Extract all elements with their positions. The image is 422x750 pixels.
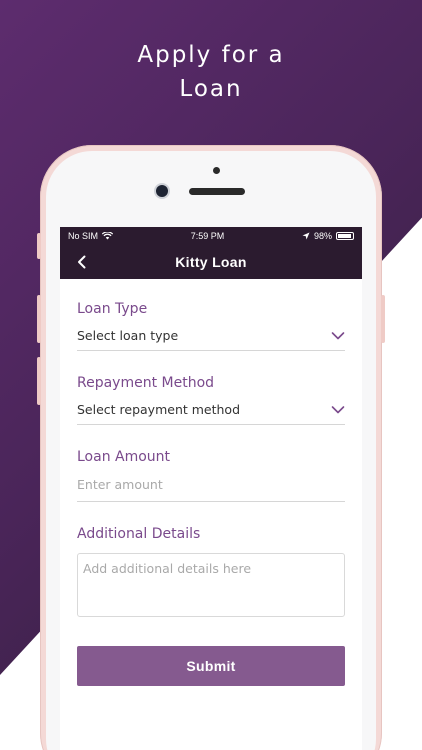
loan-amount-field: Loan Amount [77, 449, 345, 502]
loan-amount-label: Loan Amount [77, 449, 171, 465]
front-camera [156, 185, 168, 197]
headline: Apply for a Loan [0, 38, 422, 106]
mute-switch [37, 233, 41, 259]
power-button [381, 295, 385, 343]
chevron-down-icon [331, 405, 345, 413]
chevron-left-icon [78, 255, 86, 269]
volume-down-button [37, 357, 41, 405]
additional-details-field: Additional Details [77, 526, 345, 622]
nav-title: Kitty Loan [175, 254, 247, 270]
volume-up-button [37, 295, 41, 343]
loan-form: Loan Type Select loan type Repayment Met… [60, 279, 362, 686]
loan-amount-input[interactable] [77, 477, 345, 492]
repayment-method-value: Select repayment method [77, 402, 241, 417]
loan-type-value: Select loan type [77, 328, 179, 343]
battery-icon [336, 232, 354, 240]
submit-button[interactable]: Submit [77, 646, 345, 686]
app-screen: No SIM 7:59 PM 98% Kitty Loan Loan Type [60, 227, 362, 750]
additional-details-label: Additional Details [77, 526, 201, 542]
status-bar: No SIM 7:59 PM 98% [60, 227, 362, 245]
repayment-method-label: Repayment Method [77, 375, 215, 391]
chevron-down-icon [331, 331, 345, 339]
additional-details-textarea[interactable] [77, 553, 345, 617]
loan-type-field: Loan Type Select loan type [77, 301, 345, 351]
loan-type-label: Loan Type [77, 301, 148, 317]
earpiece-speaker [189, 188, 245, 195]
nav-bar: Kitty Loan [60, 245, 362, 279]
carrier-text: No SIM [68, 231, 99, 241]
loan-type-select[interactable]: Select loan type [77, 328, 345, 351]
repayment-method-field: Repayment Method Select repayment method [77, 375, 345, 425]
headline-line-1: Apply for a [137, 42, 285, 68]
battery-percent: 98% [313, 231, 332, 241]
status-time: 7:59 PM [190, 231, 225, 241]
back-button[interactable] [70, 250, 94, 274]
location-arrow-icon [302, 232, 310, 240]
headline-line-2: Loan [179, 76, 243, 102]
proximity-sensor [213, 167, 220, 174]
repayment-method-select[interactable]: Select repayment method [77, 402, 345, 425]
loan-amount-row [77, 476, 345, 502]
wifi-icon [102, 232, 114, 240]
